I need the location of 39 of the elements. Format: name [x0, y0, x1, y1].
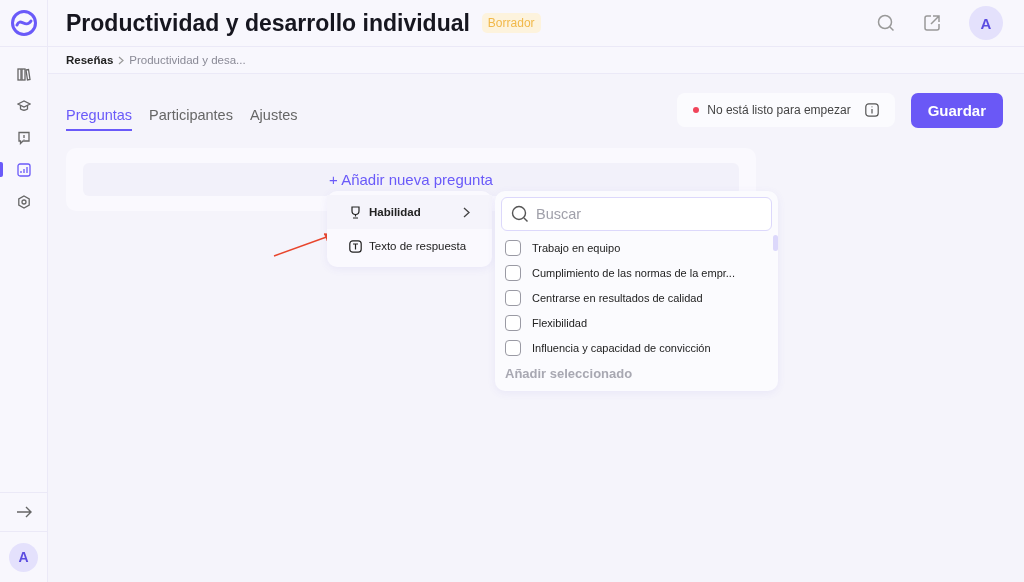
logo-icon	[9, 9, 38, 37]
checkbox[interactable]	[505, 239, 521, 256]
scrollbar-thumb[interactable]	[773, 235, 778, 251]
checkbox[interactable]	[505, 289, 521, 306]
settings-icon	[16, 194, 31, 209]
info-icon[interactable]	[864, 103, 879, 117]
checkbox[interactable]	[505, 264, 521, 281]
books-icon	[16, 66, 31, 81]
tab[interactable]: Preguntas	[66, 99, 133, 131]
checkbox[interactable]	[505, 314, 521, 331]
skill-option-label: Influencia y capacidad de convicción	[532, 341, 711, 354]
user-avatar[interactable]: A	[969, 6, 1003, 40]
arrow-right-icon[interactable]	[15, 506, 32, 518]
skill-option-label: Trabajo en equipo	[532, 241, 621, 254]
breadcrumb-current: Productividad y desa...	[129, 54, 246, 66]
page-title: Productividad y desarrollo individual	[66, 9, 470, 37]
speech-bubble-icon	[16, 130, 31, 145]
status-text: No está listo para empezar	[707, 103, 851, 117]
tab[interactable]: Ajustes	[249, 99, 298, 131]
external-link-icon[interactable]	[923, 14, 941, 32]
checkbox[interactable]	[505, 339, 521, 356]
skill-option-label: Centrarse en resultados de calidad	[532, 291, 703, 304]
chevron-right-icon	[463, 206, 470, 218]
save-button[interactable]: Guardar	[910, 92, 1003, 128]
menu-item[interactable]: Texto de respuesta	[327, 229, 492, 263]
skill-option-label: Cumplimiento de las normas de la empr...	[532, 266, 735, 279]
user-avatar[interactable]: A	[9, 542, 38, 572]
text-box-icon	[349, 239, 362, 253]
graduation-cap-icon	[16, 98, 31, 113]
chart-icon	[16, 162, 31, 177]
chevron-right-icon	[118, 55, 125, 65]
skill-option-label: Flexibilidad	[532, 316, 588, 329]
search-icon[interactable]	[877, 14, 895, 32]
breadcrumb-link[interactable]: Reseñas	[66, 54, 114, 66]
search-field[interactable]: Buscar	[501, 197, 772, 231]
menu-item[interactable]: Habilidad	[327, 195, 492, 229]
tab[interactable]: Participantes	[149, 99, 233, 131]
trophy-icon	[349, 205, 362, 219]
status-badge: Borrador	[481, 13, 541, 33]
